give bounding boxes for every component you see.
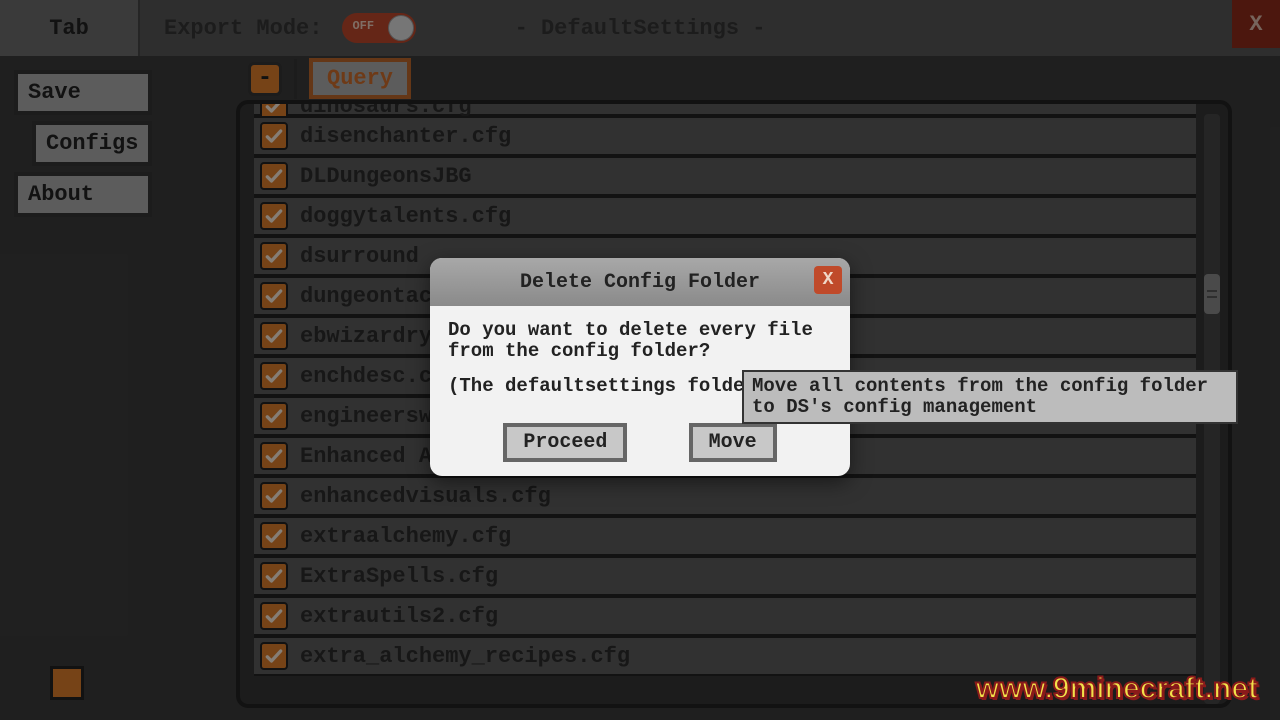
- config-row-label: doggytalents.cfg: [300, 204, 511, 229]
- close-icon: X: [1249, 12, 1262, 37]
- config-row[interactable]: extraalchemy.cfg: [254, 516, 1196, 556]
- checkbox-checked[interactable]: [260, 362, 288, 390]
- checkbox-checked[interactable]: [260, 202, 288, 230]
- checkbox-checked[interactable]: [260, 482, 288, 510]
- dialog-close-button[interactable]: X: [814, 266, 842, 294]
- checkbox-checked[interactable]: [260, 642, 288, 670]
- config-row-label: dsurround: [300, 244, 419, 269]
- action-row: - Query: [248, 58, 411, 99]
- check-icon: [264, 126, 284, 146]
- export-mode-label: Export Mode:: [164, 16, 322, 41]
- config-row[interactable]: extrautils2.cfg: [254, 596, 1196, 636]
- toggle-off-text: OFF: [352, 19, 374, 33]
- check-icon: [264, 100, 284, 116]
- checkbox-checked[interactable]: [260, 562, 288, 590]
- checkbox-checked[interactable]: [260, 122, 288, 150]
- move-tooltip: Move all contents from the config folder…: [742, 370, 1238, 424]
- checkbox-checked[interactable]: [260, 282, 288, 310]
- collapse-button[interactable]: -: [248, 62, 282, 96]
- proceed-button[interactable]: Proceed: [503, 423, 627, 462]
- config-row-label: ExtraSpells.cfg: [300, 564, 498, 589]
- config-row[interactable]: DLDungeonsJBG: [254, 156, 1196, 196]
- check-icon: [264, 526, 284, 546]
- sidebar: Save Configs About: [14, 70, 152, 217]
- config-row[interactable]: extra_alchemy_recipes.cfg: [254, 636, 1196, 676]
- checkbox-checked[interactable]: [260, 442, 288, 470]
- page-title: - DefaultSettings -: [515, 16, 766, 41]
- toggle-knob: [388, 15, 414, 41]
- separator: [294, 59, 297, 99]
- check-icon: [264, 326, 284, 346]
- delete-config-dialog: Delete Config Folder X Do you want to de…: [430, 258, 850, 476]
- check-icon: [264, 486, 284, 506]
- config-row[interactable]: disenchanter.cfg: [254, 116, 1196, 156]
- check-icon: [264, 446, 284, 466]
- config-row[interactable]: enhancedvisuals.cfg: [254, 476, 1196, 516]
- checkbox-checked[interactable]: [260, 242, 288, 270]
- dialog-titlebar: Delete Config Folder X: [430, 258, 850, 306]
- config-row-label: enhancedvisuals.cfg: [300, 484, 551, 509]
- config-row[interactable]: dinosaurs.cfg: [254, 100, 1196, 116]
- config-row-label: DLDungeonsJBG: [300, 164, 472, 189]
- watermark: www.9minecraft.net: [976, 672, 1258, 706]
- checkbox-checked[interactable]: [260, 602, 288, 630]
- config-row[interactable]: ExtraSpells.cfg: [254, 556, 1196, 596]
- scrollbar-thumb[interactable]: [1204, 274, 1220, 314]
- config-row[interactable]: doggytalents.cfg: [254, 196, 1196, 236]
- close-icon: X: [823, 270, 834, 290]
- minus-icon: -: [258, 65, 272, 92]
- tab-pill[interactable]: Tab: [0, 0, 140, 56]
- config-row-label: extra_alchemy_recipes.cfg: [300, 644, 630, 669]
- dialog-title: Delete Config Folder: [520, 271, 760, 294]
- checkbox-checked[interactable]: [260, 522, 288, 550]
- config-row-label: extrautils2.cfg: [300, 604, 498, 629]
- move-button[interactable]: Move: [689, 423, 777, 462]
- tab-label: Tab: [49, 16, 89, 41]
- checkbox-checked[interactable]: [260, 162, 288, 190]
- save-button[interactable]: Save: [14, 70, 152, 115]
- check-icon: [264, 166, 284, 186]
- checkbox-checked[interactable]: [260, 402, 288, 430]
- corner-button[interactable]: [50, 666, 84, 700]
- config-row-label: extraalchemy.cfg: [300, 524, 511, 549]
- check-icon: [264, 606, 284, 626]
- check-icon: [264, 206, 284, 226]
- query-button[interactable]: Query: [309, 58, 411, 99]
- tooltip-text: Move all contents from the config folder…: [752, 375, 1208, 418]
- close-button[interactable]: X: [1232, 0, 1280, 48]
- check-icon: [264, 246, 284, 266]
- export-mode-toggle[interactable]: OFF: [342, 13, 416, 43]
- check-icon: [264, 286, 284, 306]
- checkbox-checked[interactable]: [260, 322, 288, 350]
- dialog-actions: Proceed Move: [430, 419, 850, 462]
- check-icon: [264, 406, 284, 426]
- check-icon: [264, 566, 284, 586]
- dialog-message-1: Do you want to delete every file from th…: [448, 320, 832, 362]
- check-icon: [264, 366, 284, 386]
- check-icon: [264, 646, 284, 666]
- about-button[interactable]: About: [14, 172, 152, 217]
- config-row-label: disenchanter.cfg: [300, 124, 511, 149]
- top-bar: Tab Export Mode: OFF - DefaultSettings -…: [0, 0, 1280, 56]
- configs-button[interactable]: Configs: [32, 121, 152, 166]
